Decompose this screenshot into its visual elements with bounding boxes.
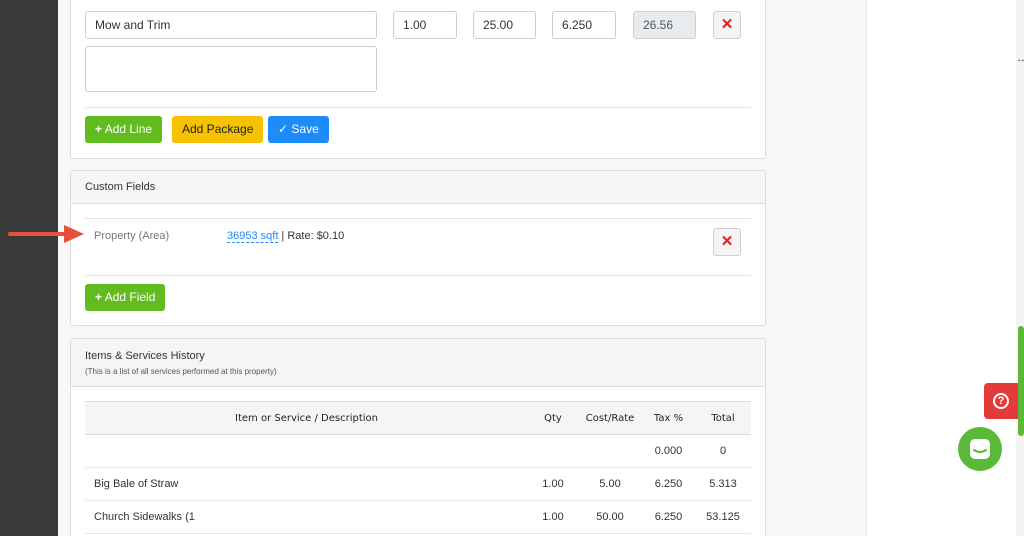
cell-description: Church Sidewalks (1 [85,500,528,534]
item-name-input[interactable]: Mow and Trim [85,11,377,39]
help-icon: ? [993,392,1009,409]
cell-qty: 1.00 [528,500,578,534]
scrollbar-thumb[interactable] [1018,326,1024,436]
divider [85,107,751,108]
cell-qty: 1.00 [528,467,578,501]
column-header: Qty [528,401,578,435]
rate-input[interactable]: 25.00 [473,11,536,39]
column-header: Cost/Rate [578,401,642,435]
divider [85,275,751,276]
cell-description: Big Bale of Straw [85,467,528,501]
table-header-row: Item or Service / Description Qty Cost/R… [85,401,751,435]
chat-icon [970,439,990,459]
column-header: Item or Service / Description [85,401,528,435]
table-row: Church Sidewalks (1 1.00 50.00 6.250 53.… [85,500,751,534]
remove-field-button[interactable]: ✕ [713,228,741,256]
history-panel: Items & Services History (This is a list… [70,338,766,536]
cell-total: 5.313 [695,467,751,501]
divider [85,218,751,219]
chat-button[interactable] [958,427,1002,471]
total-field: 26.56 [633,11,696,39]
annotation-arrow-icon [8,225,84,243]
cell-tax: 0.000 [642,434,695,468]
custom-field-label: Property (Area) [94,230,170,242]
plus-icon: + [95,122,103,136]
add-line-button[interactable]: + Add Line [85,116,163,143]
cell-tax: 6.250 [642,500,695,534]
line-items-panel: Mow and Trim 1.00 25.00 6.250 26.56 ✕ + … [70,0,766,159]
add-field-button[interactable]: + Add Field [85,284,166,311]
cell-total: 0 [695,434,751,468]
panel-title: Custom Fields [71,171,765,204]
item-notes-textarea[interactable] [85,46,377,92]
table-row: Big Bale of Straw 1.00 5.00 6.250 5.313 [85,467,751,501]
tax-input[interactable]: 6.250 [552,11,616,39]
cell-tax: 6.250 [642,467,695,501]
left-dark-sidebar [0,0,58,536]
column-header: Tax % [642,401,695,435]
qty-input[interactable]: 1.00 [393,11,457,39]
remove-line-button[interactable]: ✕ [713,11,741,39]
custom-field-value: 36953 sqft | Rate: $0.10 [227,230,345,243]
cell-qty [528,434,578,468]
close-icon: ✕ [720,16,734,33]
cell-total: 53.125 [695,500,751,534]
cell-rate: 5.00 [578,467,642,501]
panel-subtitle: (This is a list of all services performe… [85,367,277,376]
history-header: Items & Services History (This is a list… [71,339,765,387]
custom-field-value-link[interactable]: 36953 sqft [227,230,279,243]
cell-rate: 50.00 [578,500,642,534]
cell-rate [578,434,642,468]
save-button[interactable]: ✓ Save [268,116,329,143]
scrollbar[interactable] [1016,0,1024,536]
resize-icon: ↔ [1016,54,1024,65]
add-package-button[interactable]: Add Package [172,116,264,143]
cell-description [85,434,528,468]
column-header: Total [695,401,751,435]
panel-title: Items & Services History [85,350,205,362]
help-button[interactable]: ? [984,383,1018,419]
close-icon: ✕ [720,233,734,250]
table-row: 0.000 0 [85,434,751,468]
custom-fields-panel: Custom Fields Property (Area) 36953 sqft… [70,170,766,326]
history-table: Item or Service / Description Qty Cost/R… [85,401,751,534]
check-icon: ✓ [278,122,289,136]
plus-icon: + [95,290,103,304]
